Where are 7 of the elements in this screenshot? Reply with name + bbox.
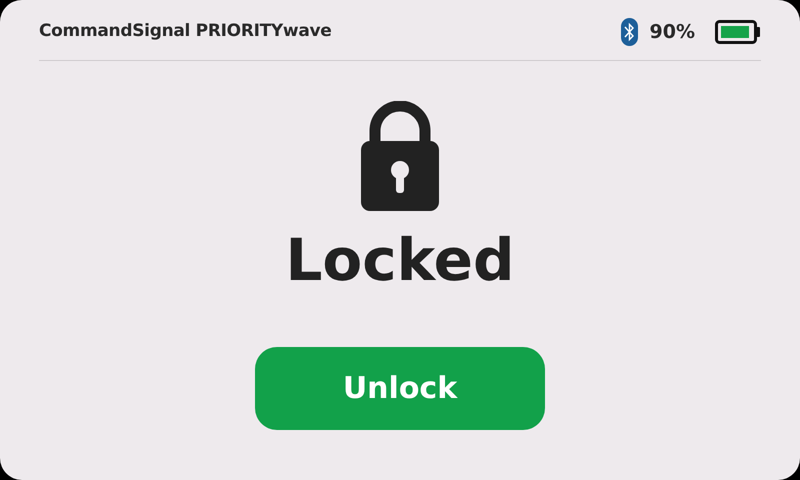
padlock-icon	[361, 101, 439, 211]
unlock-button[interactable]: Unlock	[255, 347, 545, 430]
battery-percentage: 90%	[650, 20, 695, 45]
lock-status: Locked	[285, 225, 515, 295]
bluetooth-icon	[620, 18, 638, 46]
device-title: CommandSignal PRIORITYwave	[39, 20, 332, 44]
battery-icon	[715, 20, 761, 44]
